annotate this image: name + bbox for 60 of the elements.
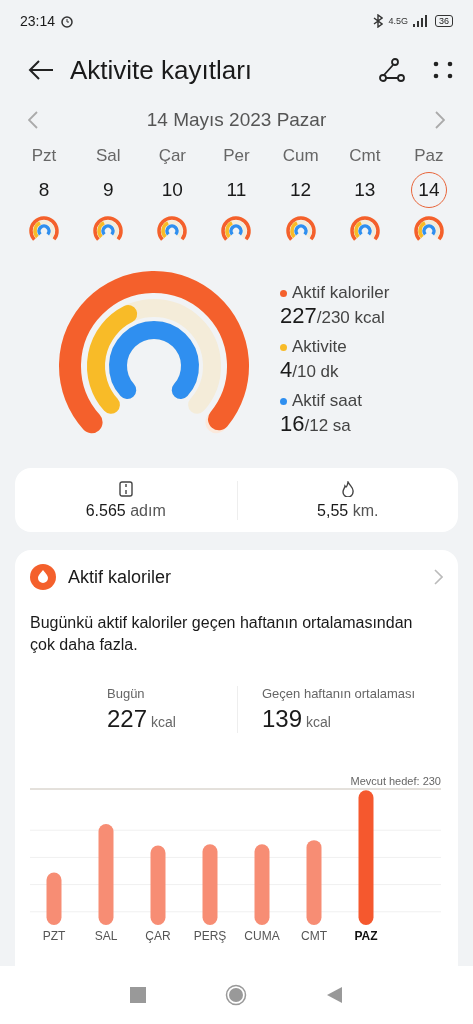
day-label: PAZ — [354, 929, 378, 943]
day-label: CMT — [301, 929, 327, 943]
previous-day-icon[interactable] — [28, 111, 38, 129]
stat-unit: km. — [352, 501, 379, 519]
page-title: Aktivite kayıtları — [70, 54, 254, 86]
weekday-label: Pzt — [31, 146, 57, 166]
metric-name: Aktivite — [292, 337, 347, 357]
home-button[interactable] — [225, 984, 248, 1006]
chevron-right-icon[interactable] — [434, 569, 443, 585]
back-button[interactable] — [28, 60, 54, 80]
next-day-icon[interactable] — [435, 111, 445, 129]
battery-level: 36 — [435, 15, 453, 27]
signal-icon — [413, 15, 427, 27]
stat-value: 5,55 — [317, 501, 349, 519]
stat-unit: adım — [130, 501, 166, 519]
day-label: PZT — [42, 929, 66, 943]
day-number[interactable]: 10 — [154, 172, 191, 208]
metric-name: Aktif kaloriler — [292, 283, 390, 303]
weekday-label: Cmt — [349, 146, 381, 166]
card-title: Aktif kaloriler — [68, 566, 173, 588]
metric-goal: /10 dk — [292, 362, 339, 381]
metric-value: 16 — [280, 411, 305, 436]
status-time: 23:14 — [20, 13, 56, 29]
day-number[interactable]: 9 — [90, 172, 127, 208]
recents-button[interactable] — [129, 987, 146, 1003]
weekday-label: Sal — [95, 146, 121, 166]
metric-value: 4 — [280, 357, 293, 382]
comparison-value: 227 — [107, 705, 148, 732]
summary-message: Bugünkü aktif kaloriler geçen haftanın ortalamasından çok daha fazla. — [30, 613, 414, 655]
weekday-label: Cum — [282, 146, 319, 166]
day-number[interactable]: 12 — [282, 172, 319, 208]
weekday-label: Çar — [158, 146, 187, 166]
more-button[interactable] — [433, 60, 453, 80]
day-number[interactable]: 13 — [346, 172, 383, 208]
comparison-unit: kcal — [151, 714, 176, 730]
comparison-label: Bugün — [107, 686, 146, 701]
metric-value: 227 — [280, 303, 317, 328]
day-number[interactable]: 8 — [26, 172, 63, 208]
steps-icon — [118, 480, 133, 497]
metric-goal: /230 kcal — [316, 308, 385, 327]
route-button[interactable] — [379, 57, 405, 83]
network-label: 4.5G — [388, 16, 408, 26]
day-label: SAL — [94, 929, 118, 943]
comparison-label: Geçen haftanın ortalaması — [262, 686, 417, 701]
back-nav-button[interactable] — [327, 987, 344, 1003]
day-label: ÇAR — [145, 929, 171, 943]
goal-label: Mevcut hedef: 230 — [350, 775, 441, 787]
day-label: CUMA — [244, 929, 280, 943]
day-number[interactable]: 11 — [218, 172, 255, 208]
comparison-unit: kcal — [306, 714, 331, 730]
date-label: 14 Mayıs 2023 Pazar — [146, 109, 327, 131]
day-label: PERŞ — [193, 929, 227, 943]
alarm-icon — [60, 14, 75, 28]
metric-goal: /12 sa — [304, 416, 351, 435]
metric-name: Aktif saat — [292, 391, 362, 411]
stat-value: 6.565 — [85, 501, 126, 519]
comparison-value: 139 — [262, 705, 303, 732]
weekday-label: Paz — [414, 146, 444, 166]
weekday-label: Per — [223, 146, 250, 166]
bluetooth-icon — [373, 14, 384, 28]
